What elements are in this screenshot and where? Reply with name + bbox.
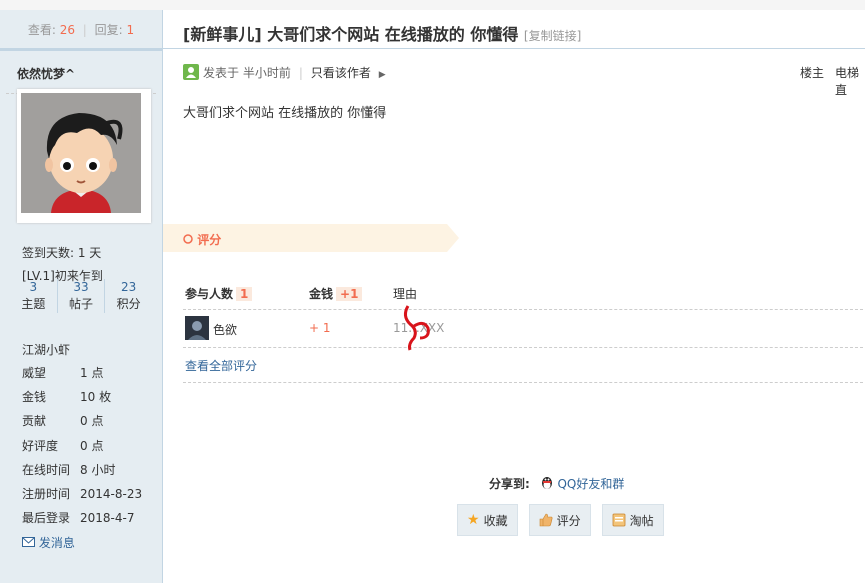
thread-stats: 查看: 26 | 回复: 1 bbox=[0, 10, 162, 51]
post-content: 大哥们求个网站 在线播放的 你懂得 bbox=[183, 106, 387, 121]
detail-row: 最后登录 2018-4-7 bbox=[22, 511, 135, 525]
post-time: 发表于 半小时前 bbox=[203, 66, 291, 80]
thread-title-bar: [新鲜事儿] 大哥们求个网站 在线播放的 你懂得 [复制链接] bbox=[163, 10, 865, 49]
detail-row: 金钱 10 枚 bbox=[22, 390, 112, 404]
only-author-link[interactable]: 只看该作者 bbox=[311, 66, 371, 80]
views-label: 查看: bbox=[27, 23, 56, 37]
rater-name[interactable]: 色欲 bbox=[213, 321, 237, 338]
qq-penguin-icon bbox=[541, 477, 552, 489]
rater-money: + 1 bbox=[309, 321, 331, 335]
views-count: 26 bbox=[59, 23, 75, 37]
star-icon: ★ bbox=[467, 512, 480, 528]
author-avatar[interactable] bbox=[17, 89, 151, 223]
user-avatar-icon[interactable] bbox=[185, 316, 209, 340]
count-threads[interactable]: 3 主题 bbox=[10, 279, 57, 313]
rating-header-row: 参与人数 1 金钱 +1 理由 bbox=[183, 277, 863, 310]
envelope-icon bbox=[22, 537, 35, 547]
rating-footer-row bbox=[183, 348, 863, 383]
elevator-link[interactable]: 电梯直 bbox=[835, 64, 865, 98]
view-all-ratings-link[interactable]: 查看全部评分 bbox=[185, 357, 257, 374]
author-name[interactable]: 依然忧梦^ bbox=[17, 65, 162, 82]
replies-count: 1 bbox=[126, 23, 135, 37]
copy-link[interactable]: [复制链接] bbox=[524, 29, 581, 43]
thumbs-up-icon bbox=[539, 513, 553, 527]
tray-icon bbox=[612, 513, 625, 527]
arrow-right-icon: ▶ bbox=[378, 70, 386, 80]
rate-button[interactable]: 评分 bbox=[528, 504, 591, 536]
user-rank[interactable]: 江湖小虾 bbox=[22, 341, 70, 358]
send-message-link[interactable]: 发消息 bbox=[22, 534, 75, 551]
detail-row: 贡献 0 点 bbox=[22, 414, 104, 428]
detail-row: 注册时间 2014-8-23 bbox=[22, 487, 143, 501]
count-credits[interactable]: 23 积分 bbox=[104, 279, 152, 313]
replies-label: 回复: bbox=[94, 23, 123, 37]
scribble-mark bbox=[403, 305, 430, 351]
detail-row: 好评度 0 点 bbox=[22, 439, 104, 453]
author-counts: 3 主题 33 帖子 23 积分 bbox=[10, 279, 152, 313]
detail-row: 威望 1 点 bbox=[22, 366, 104, 380]
rating-table: 参与人数 1 金钱 +1 理由 色欲 + 1 11...XXX bbox=[183, 277, 863, 383]
share-label: 分享到: bbox=[489, 477, 530, 491]
count-posts[interactable]: 33 帖子 bbox=[56, 279, 105, 313]
post-actions: ★ 收藏 评分 淘帖 bbox=[457, 504, 664, 536]
online-status-icon bbox=[183, 64, 199, 80]
rating-title: 评分 bbox=[183, 231, 221, 248]
detail-row: 在线时间 8 小时 bbox=[22, 463, 116, 477]
thread-title: [新鲜事儿] 大哥们求个网站 在线播放的 你懂得 [复制链接] bbox=[183, 25, 582, 44]
share-bar: 分享到: QQ好友和群 bbox=[489, 475, 624, 492]
floor-label: 楼主 bbox=[800, 66, 825, 80]
taotie-button[interactable]: 淘帖 bbox=[601, 504, 664, 536]
rating-row: 色欲 + 1 11...XXX bbox=[183, 310, 863, 348]
favorite-button[interactable]: ★ 收藏 bbox=[457, 504, 518, 536]
stats-divider: | bbox=[82, 23, 87, 37]
avatar-icon bbox=[21, 93, 141, 213]
circle-icon bbox=[183, 234, 193, 244]
top-strip bbox=[0, 0, 865, 10]
share-qq-link[interactable]: QQ好友和群 bbox=[540, 477, 624, 491]
sign-days: 签到天数: 1 天 bbox=[22, 246, 102, 260]
